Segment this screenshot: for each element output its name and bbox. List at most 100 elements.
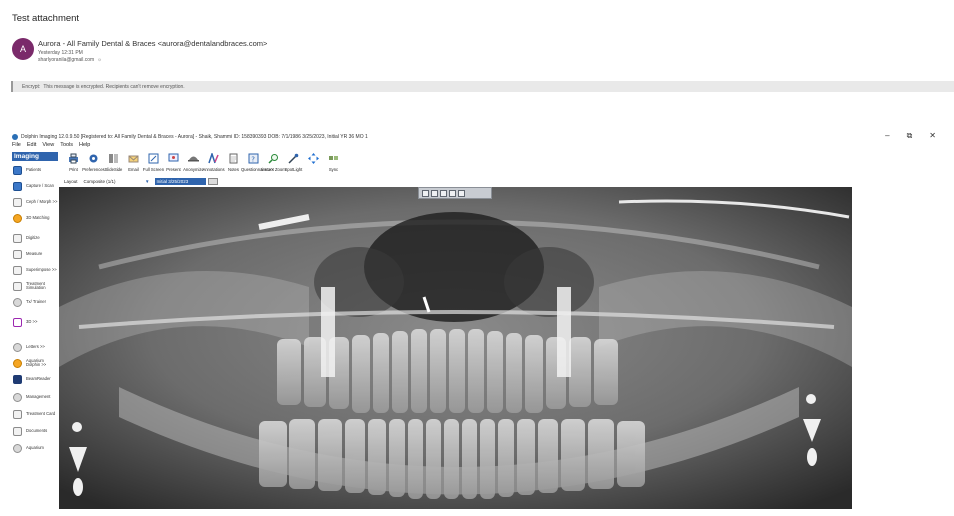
notes-icon	[229, 153, 238, 164]
recipient-icon: ☼	[97, 57, 102, 63]
anonymize-button[interactable]: Anonymize	[183, 152, 204, 176]
menu-edit[interactable]: Edit	[27, 142, 36, 151]
sidebar-item-superimpose[interactable]: Superimpose >>	[12, 263, 58, 277]
close-icon[interactable]	[458, 189, 465, 197]
sidebar-item-label: Treatment Simulation	[26, 280, 46, 290]
spotlight-button[interactable]: SpotLight	[284, 152, 302, 176]
print-button[interactable]: Print	[64, 152, 82, 176]
banner-label: Encrypt:	[22, 83, 41, 90]
sidebar-item-label: BeamReader	[26, 375, 51, 381]
printer-icon	[69, 153, 78, 164]
layout-value: Composite (1/1)	[83, 178, 116, 184]
slideside-icon	[109, 154, 118, 163]
sidebar-item-capture[interactable]: Capture / Scan	[12, 179, 58, 193]
ceph-icon	[13, 197, 22, 207]
sidebar-item-letters[interactable]: Letters >>	[12, 340, 58, 354]
svg-text:?: ?	[251, 156, 255, 164]
sidebar-item-label: Letters >>	[26, 343, 45, 349]
menu-file[interactable]: File	[12, 142, 21, 151]
patients-icon	[13, 165, 22, 175]
preferences-button[interactable]: Preferences	[82, 152, 105, 176]
toolbar-label: SpotLight	[284, 167, 303, 172]
dolphin-logo-icon	[12, 134, 18, 140]
visit-select[interactable]: Initial 3/25/2023	[154, 177, 206, 185]
sidebar-item-management[interactable]: Management	[12, 390, 58, 404]
present-button[interactable]: Present	[164, 152, 182, 176]
avatar[interactable]: A	[12, 38, 34, 60]
gear-icon	[89, 154, 98, 163]
menu-help[interactable]: Help	[79, 142, 90, 151]
sidebar-item-measure[interactable]: Measure	[12, 247, 58, 261]
3d-matching-icon	[13, 213, 22, 223]
toolbar-label: Sync	[328, 167, 339, 172]
rotate-icon[interactable]	[449, 189, 456, 197]
sidebar-item-aquarium[interactable]: Aquarium	[12, 441, 58, 455]
menu-tools[interactable]: Tools	[60, 142, 73, 151]
fullscreen-button[interactable]: Full Screen	[143, 152, 164, 176]
sidebar-item-beamreader[interactable]: BeamReader	[12, 372, 58, 386]
sidebar-item-label: Superimpose >>	[26, 266, 57, 272]
measure-icon	[13, 249, 22, 259]
sidebar-item-3d-matching[interactable]: 3D Matching	[12, 211, 58, 225]
sidebar-item-3d[interactable]: 3D >>	[12, 315, 58, 329]
move-button[interactable]	[304, 152, 322, 176]
management-icon	[13, 392, 22, 402]
panoramic-xray-image[interactable]	[59, 187, 852, 509]
sidebar-item-aquarium-dolphin[interactable]: Aquarium Dolphin >>	[12, 356, 58, 370]
instant-zoom-button[interactable]: Instant Zoom	[261, 152, 286, 176]
aquarium-icon	[13, 358, 22, 368]
questionnaire-icon: ?	[248, 153, 259, 164]
sender[interactable]: Aurora - All Family Dental & Braces <aur…	[38, 39, 267, 48]
3d-icon	[13, 317, 22, 327]
sidebar-item-label: Treatment Card	[26, 410, 56, 416]
visit-picker-button[interactable]	[207, 177, 218, 185]
annotations-button[interactable]: Annotations	[202, 152, 225, 176]
capture-icon	[13, 181, 22, 191]
sidebar-item-treatment-card[interactable]: Treatment Card	[12, 407, 58, 421]
menu-bar: File Edit View Tools Help	[12, 142, 90, 151]
close-button[interactable]: ✕	[929, 131, 936, 141]
window-titlebar: Dolphin Imaging 12.0.9.50 [Registered to…	[12, 131, 954, 143]
sidebar-item-treatment-simulation[interactable]: Treatment Simulation	[12, 279, 58, 293]
slideside-button[interactable]: SlideSide	[104, 152, 122, 176]
beamreader-icon	[13, 374, 22, 384]
sidebar-item-label: Aquarium	[26, 444, 44, 450]
sidebar-item-documents[interactable]: Documents	[12, 424, 58, 438]
present-icon	[168, 153, 179, 162]
treatment-card-icon	[13, 409, 22, 419]
layout-select[interactable]: Composite (1/1) ▼	[82, 178, 152, 185]
sidebar-item-digitize[interactable]: Digitize	[12, 231, 58, 245]
sidebar-item-label: 3D >>	[26, 318, 38, 324]
sidebar: Imaging Patients Capture / Scan Ceph / M…	[12, 152, 58, 516]
sync-button[interactable]: Sync	[324, 152, 342, 176]
email-subject: Test attachment	[12, 13, 80, 24]
zoom-out-icon[interactable]	[431, 189, 438, 197]
fullscreen-icon	[148, 153, 159, 164]
email-view: Test attachment A Aurora - All Family De…	[0, 0, 954, 516]
letters-icon	[13, 342, 22, 352]
email-button[interactable]: Email	[124, 152, 142, 176]
spotlight-icon	[288, 153, 299, 164]
menu-view[interactable]: View	[42, 142, 54, 151]
questionnaire-button[interactable]: ? Questionnaire >>	[241, 152, 273, 176]
restore-button[interactable]: ⧉	[907, 131, 913, 141]
sidebar-item-label: Digitize	[26, 234, 40, 240]
dolphin-window: Dolphin Imaging 12.0.9.50 [Registered to…	[12, 131, 954, 516]
documents-icon	[13, 426, 22, 436]
sidebar-item-label: Documents	[26, 427, 48, 433]
superimpose-icon	[13, 265, 22, 275]
treatment-simulation-icon	[13, 281, 22, 291]
sidebar-item-patients[interactable]: Patients	[12, 163, 58, 177]
minimize-button[interactable]: –	[885, 131, 889, 141]
window-title: Dolphin Imaging 12.0.9.50 [Registered to…	[21, 134, 368, 140]
trainer-icon	[13, 297, 22, 307]
sidebar-item-label: Management	[26, 393, 51, 399]
window-controls: – ⧉ ✕	[885, 131, 936, 141]
sidebar-item-trainer[interactable]: Tx/ Trainer	[12, 295, 58, 309]
recipient[interactable]: sharlyoranila@gmail.com ☼	[38, 57, 102, 63]
notes-button[interactable]: Notes	[224, 152, 242, 176]
zoom-in-icon[interactable]	[422, 189, 429, 197]
fit-icon[interactable]	[440, 189, 447, 197]
banner-text: This message is encrypted. Recipients ca…	[43, 83, 185, 90]
sidebar-item-ceph[interactable]: Ceph / Morph >>	[12, 195, 58, 209]
